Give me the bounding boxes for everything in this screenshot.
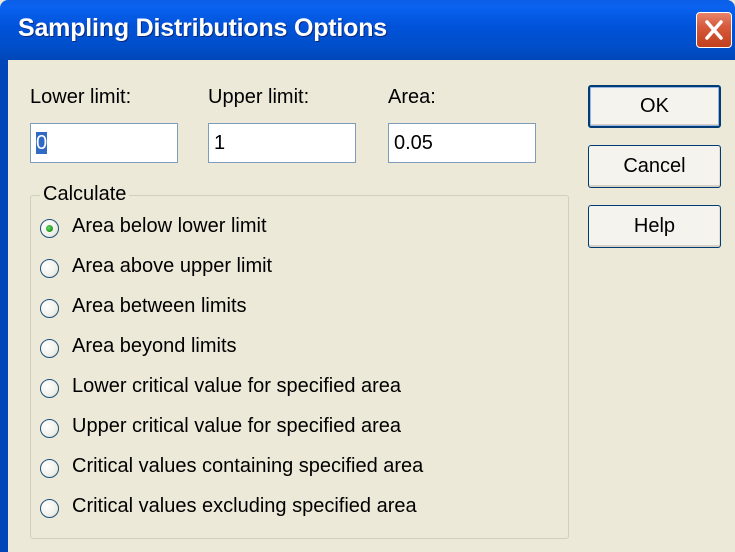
- area-label: Area:: [388, 86, 436, 108]
- radio-button[interactable]: [40, 459, 59, 478]
- radio-option-label: Area below lower limit: [72, 215, 267, 237]
- calculate-group: [30, 195, 569, 539]
- radio-option-label: Area beyond limits: [72, 335, 237, 357]
- calculate-group-title: Calculate: [40, 183, 130, 206]
- area-field[interactable]: 0.05: [388, 123, 536, 163]
- help-button[interactable]: Help: [588, 205, 721, 248]
- upper-limit-field[interactable]: 1: [208, 123, 356, 163]
- radio-selected-dot: [46, 225, 53, 232]
- area-value: 0.05: [394, 132, 433, 154]
- close-icon: [705, 20, 723, 40]
- title-bar[interactable]: Sampling Distributions Options: [0, 0, 735, 60]
- radio-button[interactable]: [40, 299, 59, 318]
- sampling-distributions-options-dialog: Sampling Distributions Options Lower lim…: [0, 0, 735, 552]
- upper-limit-label: Upper limit:: [208, 86, 310, 108]
- window-title: Sampling Distributions Options: [18, 14, 388, 42]
- lower-limit-field[interactable]: 0: [30, 123, 178, 163]
- ok-button[interactable]: OK: [588, 85, 721, 128]
- close-button[interactable]: [696, 12, 732, 48]
- radio-button[interactable]: [40, 379, 59, 398]
- radio-button[interactable]: [40, 339, 59, 358]
- radio-option-label: Critical values excluding specified area: [72, 495, 417, 517]
- radio-button[interactable]: [40, 259, 59, 278]
- lower-limit-value: 0: [36, 132, 48, 154]
- radio-option-label: Critical values containing specified are…: [72, 455, 424, 477]
- window-frame-left: [0, 60, 8, 552]
- radio-option-label: Lower critical value for specified area: [72, 375, 402, 397]
- lower-limit-label: Lower limit:: [30, 86, 132, 108]
- cancel-button[interactable]: Cancel: [588, 145, 721, 188]
- radio-button[interactable]: [40, 499, 59, 518]
- radio-button[interactable]: [40, 219, 59, 238]
- radio-option-label: Area between limits: [72, 295, 247, 317]
- radio-option-label: Upper critical value for specified area: [72, 415, 402, 437]
- radio-button[interactable]: [40, 419, 59, 438]
- upper-limit-value: 1: [214, 132, 226, 154]
- radio-option-label: Area above upper limit: [72, 255, 273, 277]
